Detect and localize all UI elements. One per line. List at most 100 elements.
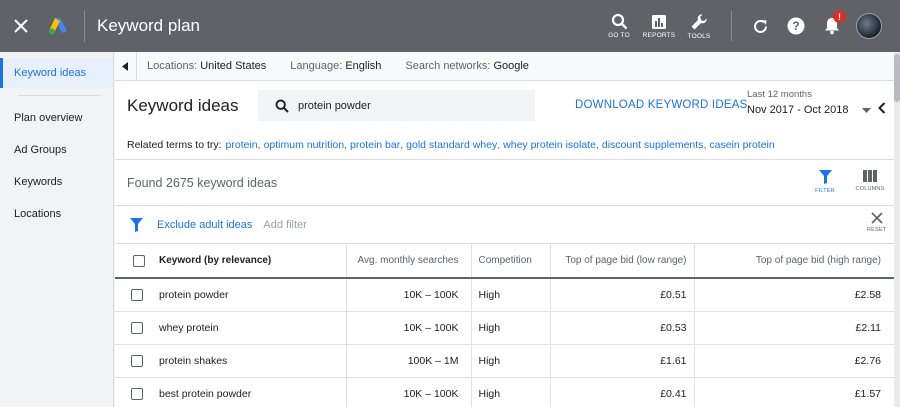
select-all-cell	[115, 244, 147, 279]
dropdown-arrow-icon	[862, 107, 871, 113]
sidebar-item-plan-overview[interactable]: Plan overview	[0, 102, 113, 134]
top-app-bar: Keyword plan GO TO REPORTS TOOLS ? !	[0, 0, 900, 52]
refresh-icon	[753, 19, 767, 33]
funnel-icon	[818, 170, 832, 184]
table-row: protein shakes 100K – 1M High £1.61 £2.7…	[115, 344, 894, 378]
related-terms: Related terms to try: protein, optimum n…	[115, 130, 894, 160]
close-icon	[871, 212, 883, 224]
low-bid-cell: £0.41	[550, 377, 695, 407]
related-term[interactable]: casein protein	[709, 139, 774, 151]
competition-cell: High	[471, 344, 551, 378]
language-key: Language:	[290, 60, 343, 72]
locations-value: United States	[200, 60, 267, 72]
scrollbar-thumb[interactable]	[894, 54, 900, 102]
table-header-row: Keyword (by relevance) Avg. monthly sear…	[115, 244, 894, 279]
networks-value: Google	[493, 60, 529, 72]
goto-button[interactable]: GO TO	[599, 0, 639, 52]
keyword-cell: protein shakes	[147, 344, 347, 378]
reset-button[interactable]: RESET	[867, 212, 886, 233]
filter-button[interactable]: FILTER	[805, 170, 845, 194]
networks-setting[interactable]: Search networks: Google	[405, 60, 529, 72]
column-header-avg-searches[interactable]: Avg. monthly searches	[346, 244, 472, 279]
column-header-low-bid[interactable]: Top of page bid (low range)	[550, 244, 695, 279]
topbar-divider	[731, 11, 732, 41]
reports-button[interactable]: REPORTS	[639, 0, 679, 52]
main-content: Locations: United States Language: Engli…	[115, 51, 894, 407]
low-bid-cell: £1.61	[550, 344, 695, 378]
tools-label: TOOLS	[687, 32, 711, 40]
low-bid-cell: £0.53	[550, 311, 695, 345]
sidebar-item-keywords[interactable]: Keywords	[0, 166, 113, 198]
avatar[interactable]	[856, 13, 882, 39]
tools-button[interactable]: TOOLS	[679, 0, 719, 52]
results-summary: Found 2675 keyword ideas FILTER COLUMNS	[115, 160, 894, 206]
results-count: Found 2675 keyword ideas	[127, 175, 278, 190]
column-header-competition[interactable]: Competition	[471, 244, 551, 279]
language-setting[interactable]: Language: English	[290, 60, 381, 72]
locations-setting[interactable]: Locations: United States	[147, 60, 266, 72]
close-icon	[14, 19, 28, 33]
help-button[interactable]: ?	[778, 0, 814, 52]
high-bid-cell: £2.76	[694, 344, 894, 378]
filter-bar: Exclude adult ideas Add filter RESET	[115, 206, 894, 244]
row-checkbox[interactable]	[131, 288, 143, 301]
column-header-keyword[interactable]: Keyword (by relevance)	[147, 244, 347, 279]
table-row: whey protein 10K – 100K High £0.53 £2.11	[115, 311, 894, 345]
related-term[interactable]: discount supplements	[602, 139, 704, 151]
keyword-search-input[interactable]	[298, 99, 518, 112]
funnel-icon	[130, 217, 143, 232]
notifications-button[interactable]: !	[814, 0, 850, 52]
row-checkbox[interactable]	[131, 354, 143, 367]
related-term[interactable]: protein bar	[350, 139, 400, 151]
related-term[interactable]: optimum nutrition	[264, 139, 345, 151]
previous-period-button[interactable]	[878, 101, 886, 117]
close-button[interactable]	[0, 0, 42, 52]
avg-searches-cell: 10K – 100K	[346, 377, 472, 407]
chevron-left-icon	[878, 102, 886, 114]
sidebar-item-label: Keyword ideas	[14, 67, 87, 79]
refresh-button[interactable]	[742, 0, 778, 52]
related-term[interactable]: whey protein isolate	[503, 139, 596, 151]
search-icon	[611, 13, 627, 30]
triangle-left-icon	[122, 61, 128, 71]
separator: ,	[595, 138, 599, 151]
sidebar-item-label: Keywords	[14, 176, 63, 188]
row-checkbox[interactable]	[131, 321, 143, 334]
avg-searches-cell: 10K – 100K	[346, 278, 472, 312]
related-terms-label: Related terms to try:	[127, 138, 222, 151]
columns-button[interactable]: COLUMNS	[850, 170, 890, 192]
language-value: English	[345, 60, 382, 72]
goto-label: GO TO	[608, 32, 630, 39]
separator: ,	[344, 138, 348, 151]
sidebar: Keyword ideas Plan overview Ad Groups Ke…	[0, 52, 114, 407]
google-ads-logo-icon[interactable]	[44, 0, 72, 52]
exclude-adult-ideas-filter[interactable]: Exclude adult ideas	[157, 219, 252, 231]
vertical-scrollbar[interactable]	[894, 52, 900, 407]
select-all-checkbox[interactable]	[133, 254, 145, 267]
download-keyword-ideas-button[interactable]: DOWNLOAD KEYWORD IDEAS	[575, 99, 747, 111]
separator: ,	[703, 138, 707, 151]
date-range-value: Nov 2017 - Oct 2018	[747, 104, 849, 116]
wrench-icon	[691, 13, 707, 29]
avg-searches-cell: 100K – 1M	[346, 344, 472, 378]
add-filter-button[interactable]: Add filter	[263, 219, 306, 231]
row-select-cell	[115, 278, 147, 312]
reports-label: REPORTS	[642, 31, 676, 39]
sidebar-item-ad-groups[interactable]: Ad Groups	[0, 134, 113, 166]
related-term[interactable]: protein	[226, 139, 258, 151]
keyword-search-box[interactable]	[258, 90, 535, 121]
columns-label: COLUMNS	[855, 186, 885, 192]
date-range-caption: Last 12 months	[747, 89, 812, 100]
competition-cell: High	[471, 278, 551, 312]
row-select-cell	[115, 377, 147, 407]
related-term[interactable]: gold standard whey	[406, 139, 497, 151]
column-header-high-bid[interactable]: Top of page bid (high range)	[694, 244, 894, 279]
sidebar-item-label: Ad Groups	[14, 144, 67, 156]
date-range-selector[interactable]: Last 12 months Nov 2017 - Oct 2018	[747, 89, 875, 116]
svg-text:?: ?	[792, 19, 799, 33]
collapse-button[interactable]	[115, 51, 137, 81]
sidebar-item-locations[interactable]: Locations	[0, 198, 113, 230]
row-checkbox[interactable]	[131, 387, 143, 400]
low-bid-cell: £0.51	[550, 278, 695, 312]
sidebar-item-keyword-ideas[interactable]: Keyword ideas	[0, 58, 113, 88]
